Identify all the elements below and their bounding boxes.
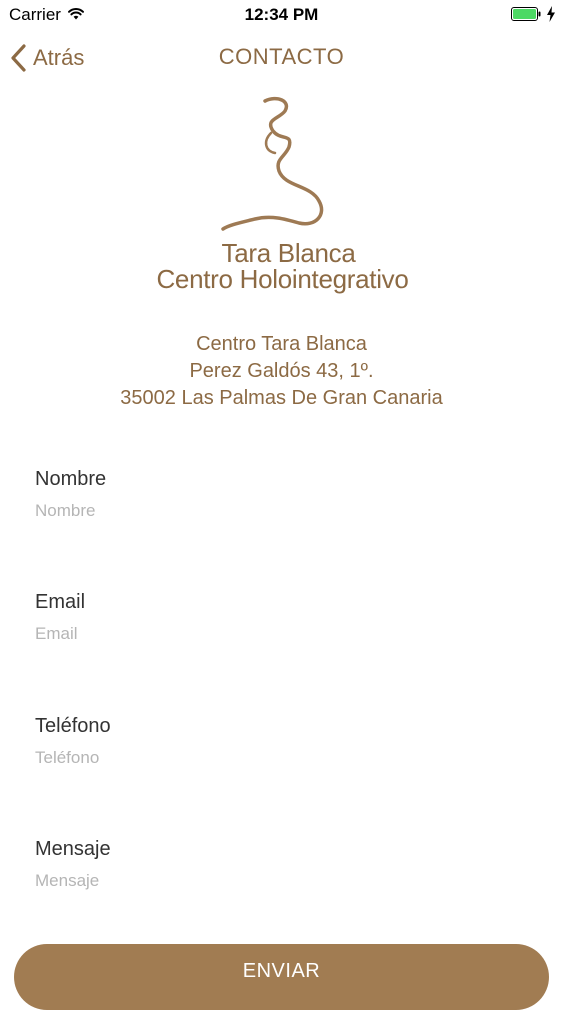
phone-field-group: Teléfono <box>35 713 535 769</box>
navigation-bar: Atrás CONTACTO <box>0 30 563 90</box>
logo-figure-icon <box>221 96 324 231</box>
phone-input[interactable] <box>35 747 515 769</box>
name-field-label: Nombre <box>35 468 107 490</box>
name-field-group: Nombre <box>35 466 535 522</box>
battery-icon <box>511 7 541 21</box>
address-line-city: 35002 Las Palmas De Gran Canaria <box>120 387 443 409</box>
phone-field-label: Teléfono <box>35 715 111 737</box>
name-input[interactable] <box>35 500 515 522</box>
address-block: Centro Tara Blanca Perez Galdós 43, 1º. … <box>0 331 563 412</box>
message-field-label: Mensaje <box>35 838 111 860</box>
email-field-label: Email <box>35 591 86 613</box>
email-field-group: Email <box>35 589 535 645</box>
clock: 12:34 PM <box>244 5 319 24</box>
message-input[interactable] <box>35 870 515 892</box>
charging-bolt-icon <box>547 6 555 22</box>
logo-subtitle: Centro Holointegrativo <box>156 264 409 294</box>
brand-logo: Tara Blanca Centro Holointegrativo <box>140 95 425 300</box>
page-title: CONTACTO <box>218 44 345 69</box>
send-button[interactable]: ENVIAR <box>14 944 549 1010</box>
address-line-name: Centro Tara Blanca <box>196 333 367 355</box>
address-line-street: Perez Galdós 43, 1º. <box>189 360 374 382</box>
status-bar: Carrier 12:34 PM <box>0 0 563 30</box>
email-input[interactable] <box>35 623 515 645</box>
message-field-group: Mensaje <box>35 836 535 892</box>
